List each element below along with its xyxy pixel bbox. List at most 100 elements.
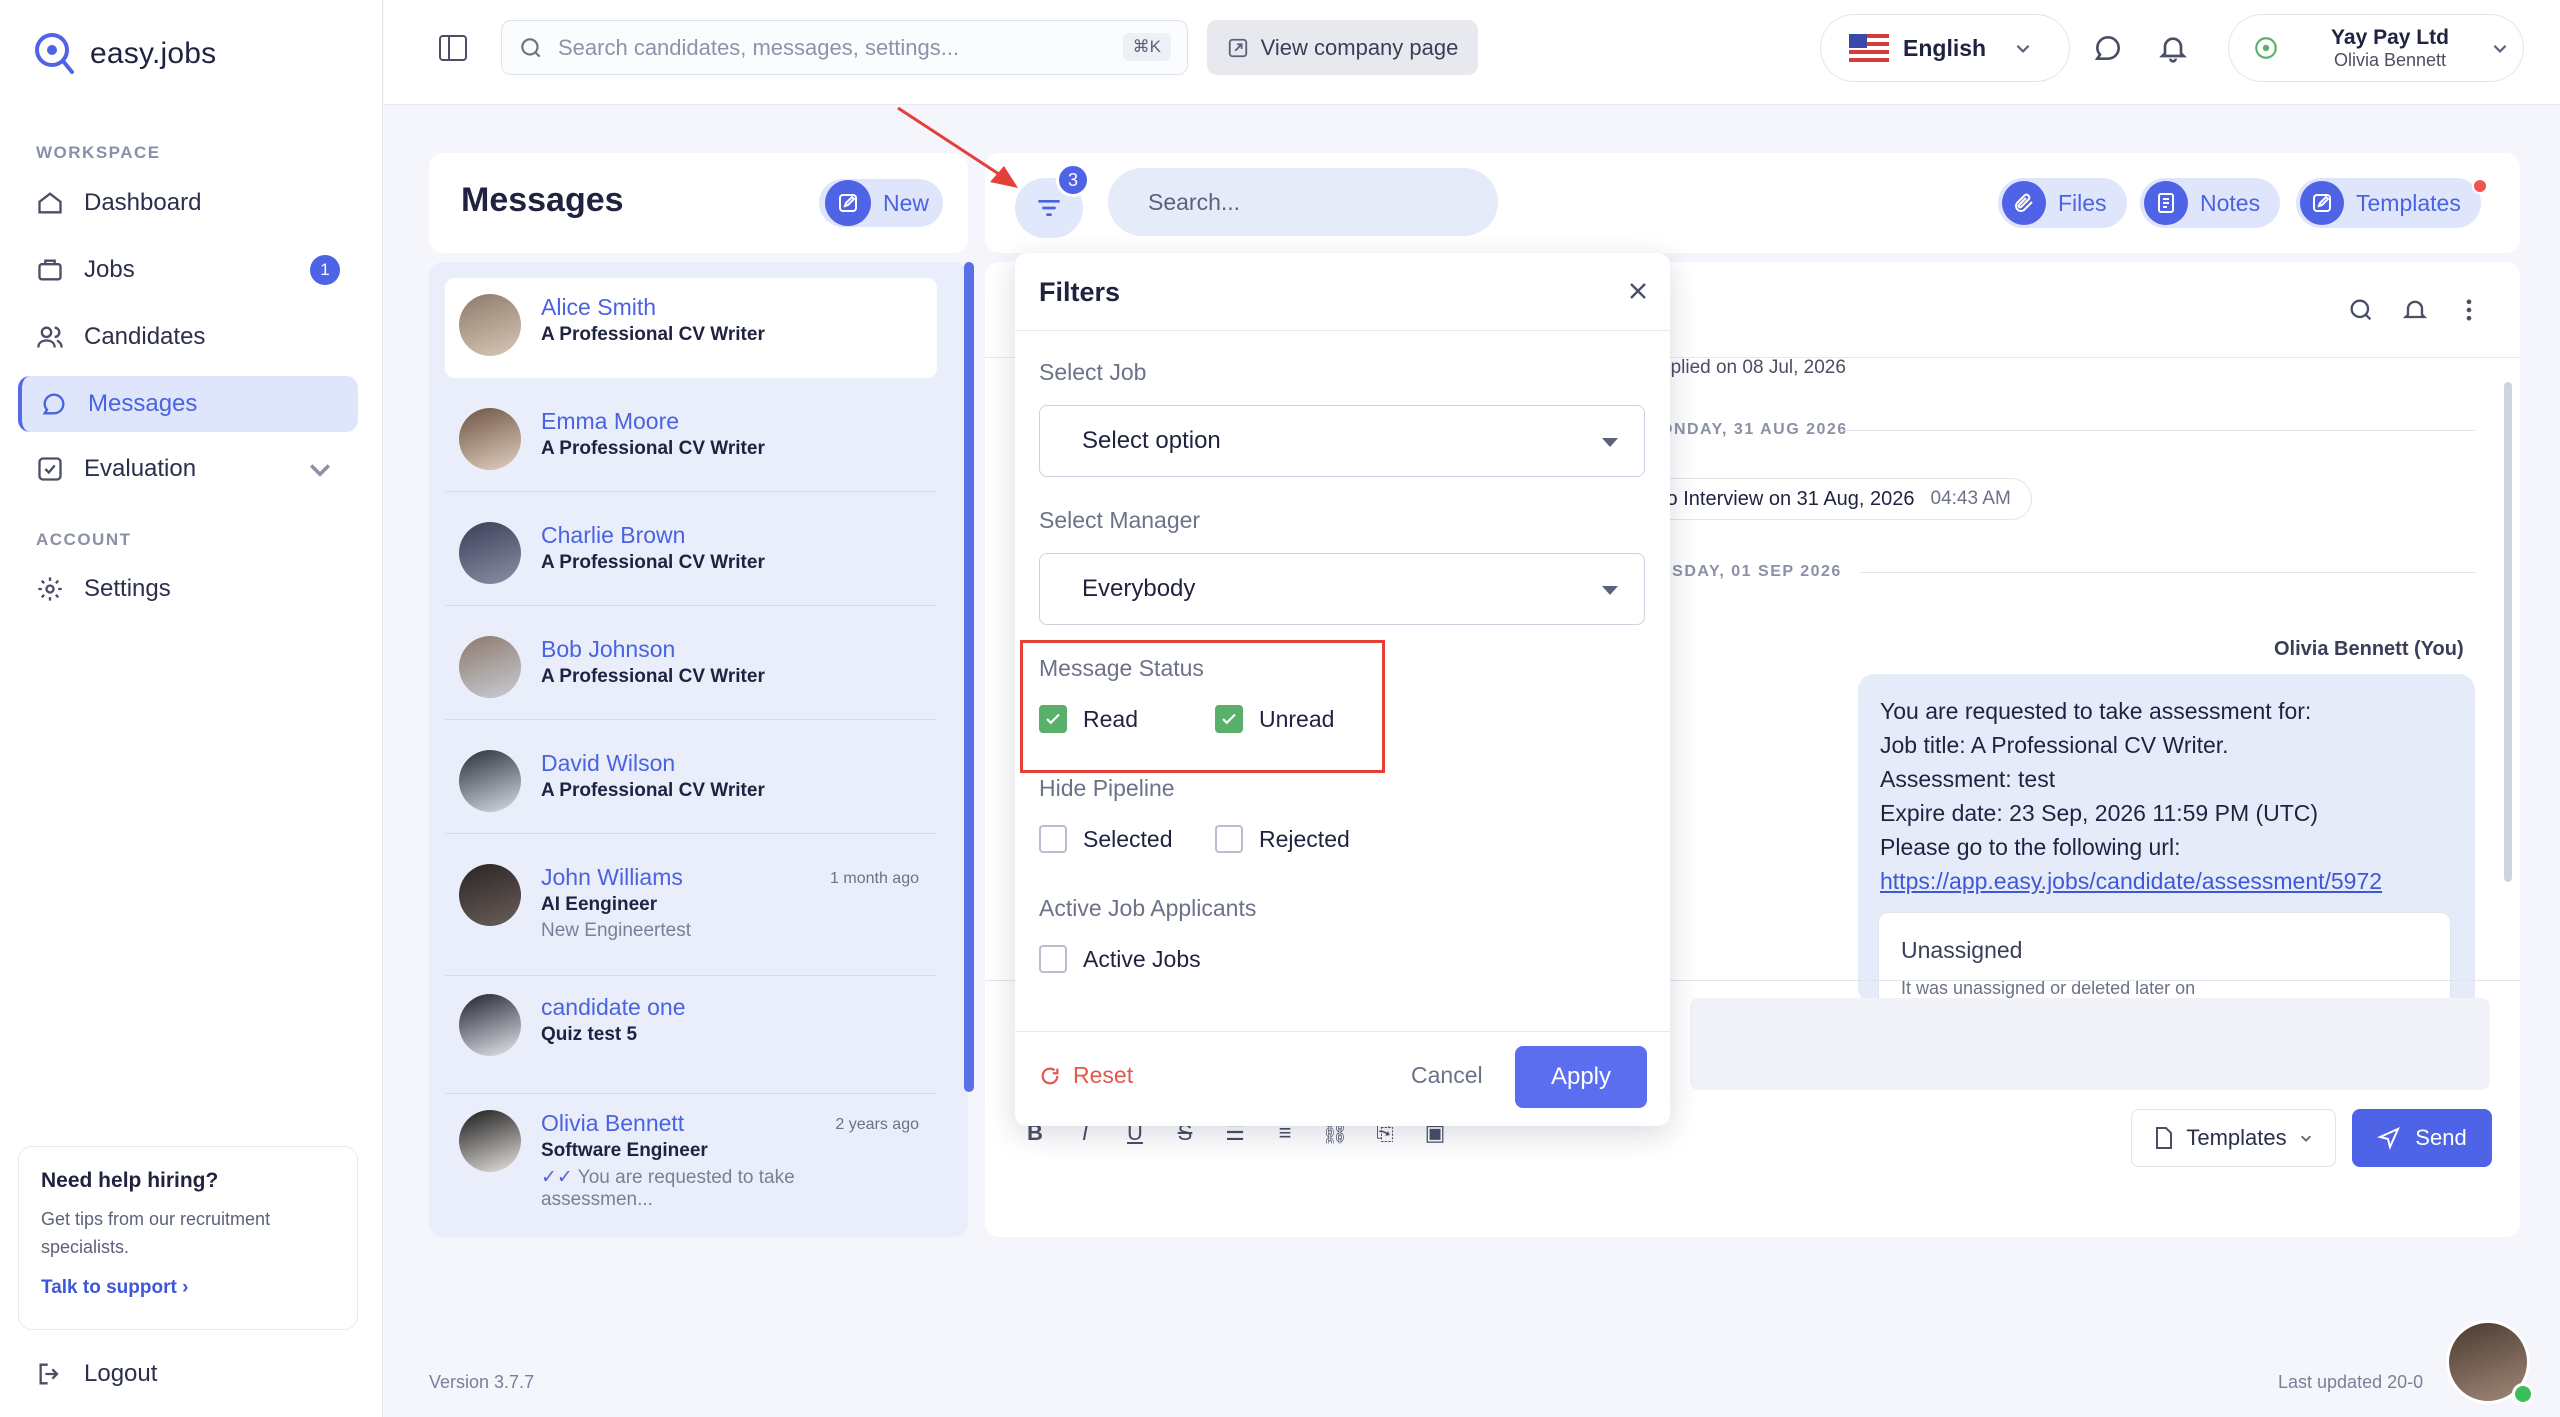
avatar — [459, 408, 521, 470]
candidate-name: Olivia Bennett — [541, 1110, 685, 1136]
files-button[interactable]: Files — [1998, 178, 2127, 228]
compose-icon — [839, 194, 857, 212]
rejected-label: Rejected — [1259, 825, 1350, 852]
logout-button[interactable]: Logout — [36, 1360, 157, 1388]
close-icon[interactable] — [1624, 277, 1652, 305]
message-line: Expire date: 23 Sep, 2026 11:59 PM (UTC) — [1880, 800, 2319, 826]
notes-label: Notes — [2200, 189, 2261, 216]
conversation-item[interactable]: Alice Smith A Professional CV Writer — [445, 278, 937, 378]
language-label: English — [1903, 34, 1987, 61]
sidebar-item-label: Evaluation — [84, 455, 197, 482]
help-title: Need help hiring? — [41, 1169, 219, 1192]
cancel-button[interactable]: Cancel — [1411, 1062, 1483, 1089]
logout-label: Logout — [84, 1360, 158, 1387]
sidebar-item-candidates[interactable]: Candidates — [18, 309, 358, 365]
active-applicants-label: Active Job Applicants — [1039, 895, 1257, 921]
assessment-link[interactable]: https://app.easy.jobs/candidate/assessme… — [1880, 868, 2382, 894]
template-icon — [2313, 194, 2331, 212]
job-title: Software Engineer — [541, 1140, 708, 1161]
conversation-item[interactable]: David Wilson A Professional CV Writer — [445, 734, 937, 834]
conversation-item[interactable]: John Williams AI Eengineer New Engineertes… — [445, 848, 937, 976]
chevron-down-icon — [2493, 44, 2507, 53]
notes-icon — [2158, 193, 2174, 213]
view-company-page-button[interactable]: View company page — [1207, 20, 1478, 75]
messages-header: Messages New — [429, 153, 968, 253]
day-separator: ONDAY, 31 AUG 2026 — [1660, 421, 1848, 438]
sidebar-item-jobs[interactable]: Jobs 1 — [18, 242, 358, 298]
conversation-item[interactable]: candidate one Quiz test 5 — [445, 978, 937, 1094]
send-button[interactable]: Send — [2352, 1109, 2492, 1167]
shortcut-hint: ⌘K — [1122, 33, 1171, 61]
bell-icon[interactable] — [2401, 296, 2429, 324]
checkbox-unchecked — [1039, 825, 1067, 853]
user-name: Olivia Bennett — [2333, 49, 2447, 70]
conversation-item[interactable]: Olivia Bennett Software Engineer ✓✓ You ar… — [445, 1094, 937, 1230]
message-input[interactable] — [1690, 998, 2490, 1090]
sidebar-item-label: Messages — [88, 390, 198, 417]
company-name: Yay Pay Ltd — [2331, 25, 2449, 49]
talk-to-support-link[interactable]: Talk to support › — [41, 1277, 335, 1299]
language-selector[interactable]: English — [1820, 14, 2070, 82]
conversation-item[interactable]: Emma Moore A Professional CV Writer — [445, 392, 937, 492]
message-search[interactable] — [1108, 168, 1498, 236]
chat-scrollbar[interactable] — [2504, 382, 2512, 882]
active-jobs-checkbox[interactable]: Active Jobs — [1039, 945, 1201, 973]
candidate-name: David Wilson — [541, 750, 676, 776]
bell-icon[interactable] — [2157, 32, 2189, 64]
select-manager-label: Select Manager — [1039, 507, 1201, 533]
chat-icon[interactable] — [2092, 32, 2124, 64]
conversation-item[interactable]: Charlie Brown A Professional CV Writer — [445, 506, 937, 606]
selected-checkbox[interactable]: Selected — [1039, 825, 1173, 853]
separator-line — [1840, 430, 2475, 431]
candidate-name: Bob Johnson — [541, 636, 676, 662]
chevron-down-icon — [2016, 44, 2030, 53]
jobs-count-badge: 1 — [310, 255, 340, 285]
select-job-label: Select Job — [1039, 359, 1147, 385]
avatar — [459, 294, 521, 356]
users-icon — [37, 326, 63, 348]
rejected-checkbox[interactable]: Rejected — [1215, 825, 1350, 853]
job-title: A Professional CV Writer — [541, 438, 765, 459]
avatar — [459, 636, 521, 698]
sender-name: Olivia Bennett (You) — [2274, 638, 2464, 660]
help-text: Get tips from our recruitment specialist… — [41, 1209, 271, 1257]
briefcase-icon — [38, 259, 62, 281]
sidebar-item-settings[interactable]: Settings — [18, 561, 358, 617]
global-search[interactable]: ⌘K — [501, 20, 1188, 75]
sidebar-item-evaluation[interactable]: Evaluation — [18, 441, 358, 497]
global-search-input[interactable] — [558, 34, 1118, 61]
logout-icon — [39, 1363, 59, 1385]
reset-button[interactable]: Reset — [1039, 1062, 1133, 1089]
company-switcher[interactable]: Yay Pay Ltd Olivia Bennett — [2228, 14, 2524, 82]
templates-button[interactable]: Templates — [2296, 178, 2481, 228]
files-label: Files — [2058, 189, 2107, 216]
select-job-dropdown[interactable]: Select option — [1039, 405, 1645, 477]
brand-logo[interactable]: easy.jobs — [32, 30, 216, 78]
modal-footer: Reset Cancel Apply — [1015, 1031, 1670, 1126]
sidebar-item-label: Candidates — [84, 323, 206, 350]
notes-icon-wrap — [2144, 181, 2188, 225]
last-updated-text: Last updated 20-0 — [2278, 1372, 2424, 1392]
apply-button[interactable]: Apply — [1515, 1046, 1647, 1108]
select-manager-value: Everybody — [1082, 575, 1196, 602]
more-vertical-icon[interactable] — [2455, 296, 2483, 324]
checkbox-icon — [38, 457, 62, 481]
caret-down-icon — [1602, 586, 1618, 595]
sidebar-toggle-icon[interactable] — [438, 34, 468, 62]
sidebar-item-messages[interactable]: Messages — [18, 376, 358, 432]
filter-icon — [1038, 200, 1060, 216]
search-icon[interactable] — [2347, 296, 2375, 324]
message-line: Job title: A Professional CV Writer. — [1880, 732, 2229, 758]
stage-time: 04:43 AM — [1930, 488, 2011, 509]
templates-notification-dot — [2472, 178, 2488, 194]
job-title: AI Eengineer — [541, 894, 658, 915]
message-search-input[interactable] — [1148, 188, 1468, 216]
active-jobs-label: Active Jobs — [1083, 945, 1201, 972]
select-manager-dropdown[interactable]: Everybody — [1039, 553, 1645, 625]
notes-button[interactable]: Notes — [2140, 178, 2281, 228]
sidebar-item-dashboard[interactable]: Dashboard — [18, 175, 358, 231]
conversation-item[interactable]: Bob Johnson A Professional CV Writer — [445, 620, 937, 720]
conversation-scrollbar[interactable] — [964, 262, 974, 1092]
avatar — [459, 1110, 521, 1172]
insert-template-button[interactable]: Templates — [2131, 1109, 2336, 1167]
